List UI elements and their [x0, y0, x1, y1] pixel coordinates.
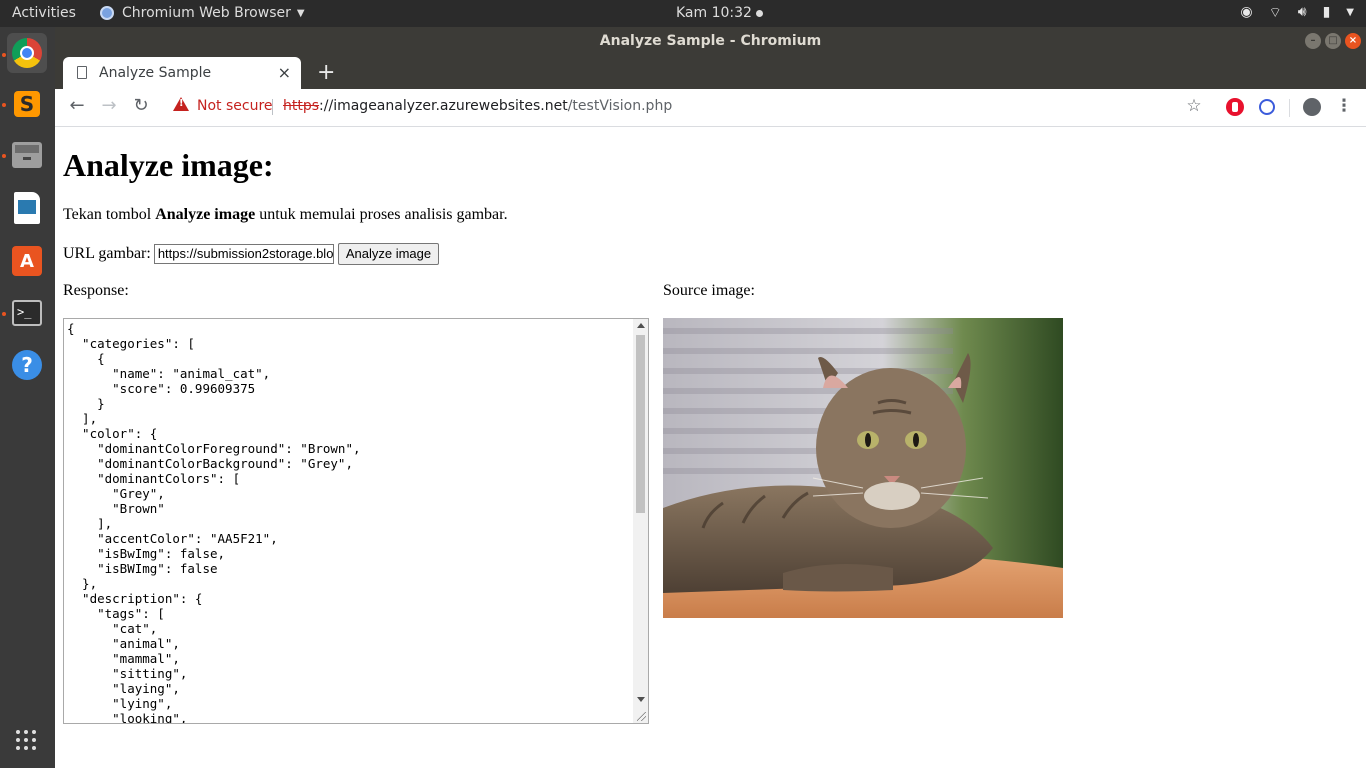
chromium-icon [100, 6, 114, 20]
notification-dot-icon [755, 9, 763, 17]
warning-icon[interactable] [173, 97, 189, 111]
scroll-thumb[interactable] [636, 335, 645, 513]
bookmark-star-icon[interactable]: ☆ [1183, 96, 1205, 118]
response-scrollbar[interactable] [633, 319, 648, 723]
url-host: ://imageanalyzer.azurewebsites.net [319, 98, 568, 114]
tab-close-icon[interactable]: × [278, 63, 291, 82]
extension-red-icon[interactable] [1224, 96, 1246, 118]
battery-icon: ▮ [1322, 4, 1331, 20]
system-tray[interactable]: ◉ ⌔ 🔊︎ ▮ ▼ [1240, 4, 1354, 22]
intro-text: Tekan tombol Analyze image untuk memulai… [63, 206, 508, 224]
window-titlebar[interactable]: Analyze Sample - Chromium – □ × [55, 27, 1366, 55]
url-scheme: https [283, 98, 320, 114]
help-icon: ? [12, 350, 42, 380]
omnibox[interactable]: Not secure https://imageanalyzer.azurewe… [165, 93, 1205, 121]
url-text[interactable]: https://imageanalyzer.azurewebsites.net/… [283, 98, 672, 114]
running-indicator [2, 154, 6, 158]
reload-icon[interactable]: ↻ [128, 95, 154, 119]
toolbar-divider [1289, 99, 1290, 117]
accessibility-icon[interactable]: ◉ [1240, 4, 1252, 22]
tab-analyze-sample[interactable]: Analyze Sample × [63, 57, 301, 89]
scroll-down-icon[interactable] [637, 697, 645, 702]
resize-handle-icon[interactable] [637, 712, 646, 721]
app-menu-label: Chromium Web Browser [122, 5, 291, 21]
cat-photo [663, 318, 1063, 618]
account-icon[interactable] [1301, 96, 1323, 118]
kebab-menu-icon[interactable]: ⋮ [1333, 96, 1355, 118]
software-center-icon: A [12, 246, 42, 276]
source-image-label: Source image: [663, 282, 755, 299]
clock-label: Kam 10:32 [676, 5, 752, 21]
response-textarea[interactable]: { "categories": [ { "name": "animal_cat"… [63, 318, 649, 724]
browser-toolbar: ← → ↻ Not secure https://imageanalyzer.a… [55, 89, 1366, 127]
dock-help[interactable]: ? [7, 345, 47, 385]
dock-sublime-text[interactable]: S [7, 84, 47, 124]
ubuntu-dock: S A >_ ? [0, 27, 55, 768]
running-indicator [2, 103, 6, 107]
extension-blue-icon[interactable] [1256, 96, 1278, 118]
dock-terminal[interactable]: >_ [7, 293, 47, 333]
app-menu[interactable]: Chromium Web Browser ▼ [100, 5, 305, 21]
activities-button[interactable]: Activities [12, 5, 76, 21]
url-label: URL gambar: [63, 245, 151, 262]
intro-prefix: Tekan tombol [63, 206, 156, 223]
tab-strip: Analyze Sample × + [55, 55, 1366, 89]
url-form: URL gambar: https://submission2storage.b… [63, 243, 440, 265]
intro-suffix: untuk memulai proses analisis gambar. [255, 206, 508, 223]
window-title: Analyze Sample - Chromium [599, 33, 822, 49]
running-indicator [2, 312, 6, 316]
page-icon [77, 66, 87, 79]
page-content: Analyze image: Tekan tombol Analyze imag… [55, 127, 1366, 768]
close-window-icon[interactable]: × [1345, 33, 1361, 49]
url-input[interactable]: https://submission2storage.blob [153, 244, 334, 264]
dropdown-arrow-icon: ▼ [296, 7, 305, 19]
dock-software-center[interactable]: A [7, 241, 47, 281]
omnibox-divider [272, 99, 273, 115]
source-image [663, 318, 1063, 618]
files-icon [12, 142, 42, 168]
chromium-icon [12, 38, 42, 68]
analyze-image-button[interactable]: Analyze image [337, 243, 440, 265]
minimize-icon[interactable]: – [1305, 33, 1321, 49]
terminal-icon: >_ [12, 300, 42, 326]
dock-files[interactable] [7, 135, 47, 175]
gnome-top-bar: Activities Chromium Web Browser ▼ Kam 10… [0, 0, 1366, 27]
page-heading: Analyze image: [63, 147, 274, 183]
show-applications-icon[interactable] [16, 730, 38, 752]
wifi-icon: ⌔ [1268, 5, 1282, 21]
new-tab-button[interactable]: + [317, 60, 335, 85]
response-label: Response: [63, 282, 129, 299]
forward-arrow-icon[interactable]: → [96, 95, 122, 119]
writer-icon [14, 192, 40, 224]
security-chip[interactable]: Not secure [197, 98, 273, 114]
url-path: /testVision.php [567, 98, 673, 114]
volume-icon: 🔊︎ [1297, 4, 1307, 20]
scroll-up-icon[interactable] [637, 323, 645, 328]
system-menu-arrow-icon: ▼ [1346, 7, 1354, 18]
dock-chromium[interactable] [7, 33, 47, 73]
maximize-icon[interactable]: □ [1325, 33, 1341, 49]
back-arrow-icon[interactable]: ← [64, 95, 90, 119]
clock[interactable]: Kam 10:32 [676, 5, 763, 21]
running-indicator [2, 53, 6, 57]
tab-title: Analyze Sample [99, 65, 212, 81]
intro-bold: Analyze image [155, 206, 256, 223]
response-json[interactable]: { "categories": [ { "name": "animal_cat"… [67, 321, 361, 723]
dock-libreoffice-writer[interactable] [7, 188, 47, 228]
sublime-text-icon: S [14, 91, 40, 117]
